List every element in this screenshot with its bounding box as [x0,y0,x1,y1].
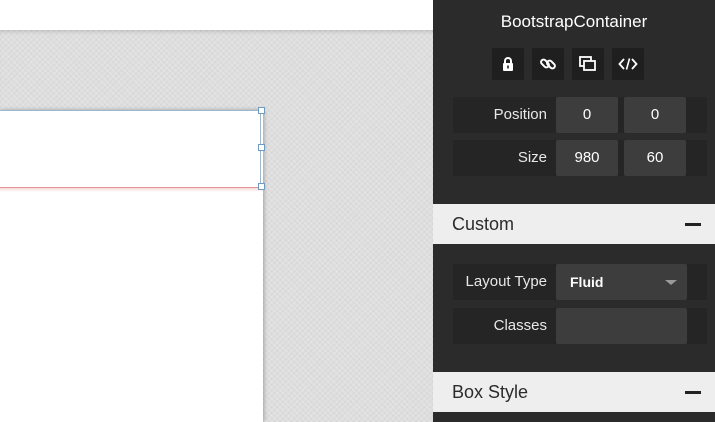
lock-icon [503,57,513,71]
box-style-section-title: Box Style [452,382,529,402]
link-icon [540,58,556,70]
resize-handle-top-right[interactable] [258,107,265,114]
size-width-field[interactable]: 980 [556,140,618,176]
position-label: Position [493,106,547,123]
custom-section-title: Custom [452,214,515,234]
classes-label: Classes [493,317,547,334]
collapse-icon[interactable] [685,223,701,226]
box-style-section-header[interactable]: Box Style [433,372,715,412]
layout-type-select[interactable]: Fluid [556,264,687,300]
chevron-down-icon [665,280,677,285]
overlap-button[interactable] [572,48,604,80]
classes-input[interactable] [556,308,687,344]
custom-section-header[interactable]: Custom [433,204,715,244]
selected-bootstrap-container[interactable] [0,110,261,187]
size-height-field[interactable]: 60 [624,140,686,176]
position-y-field[interactable]: 0 [624,97,686,133]
inspector-panel: BootstrapContainer Position 0 0 Size 980 [433,0,715,422]
overlap-icon [579,56,596,71]
link-button[interactable] [532,48,564,80]
code-icon [618,58,638,70]
layout-type-label: Layout Type [465,273,547,290]
code-button[interactable] [612,48,644,80]
resize-handle-middle-right[interactable] [258,144,265,151]
alignment-guide-glow [0,188,263,192]
collapse-icon[interactable] [685,391,701,394]
size-label: Size [517,149,547,166]
canvas-top-strip [0,0,433,30]
inspector-title: BootstrapContainer [500,12,648,31]
layout-type-value: Fluid [570,274,604,290]
resize-handle-bottom-right[interactable] [258,183,265,190]
lock-button[interactable] [492,48,524,80]
position-x-field[interactable]: 0 [556,97,618,133]
